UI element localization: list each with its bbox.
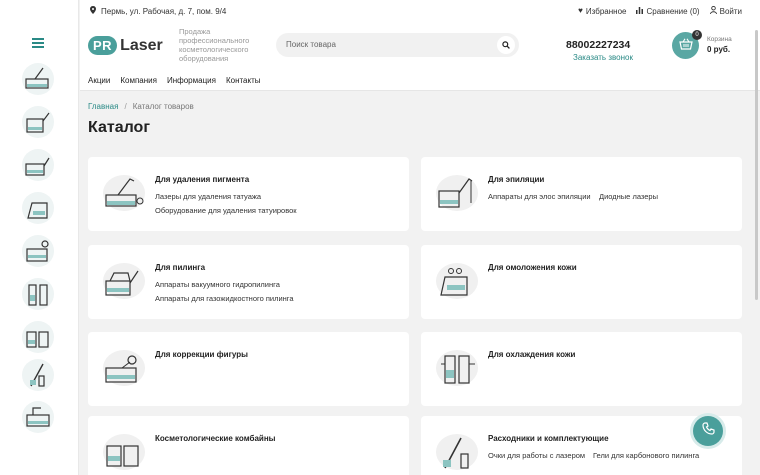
page-title: Каталог [88,119,150,136]
rail-icon-body[interactable] [21,234,55,268]
category-card-peeling[interactable]: Для пилинга Аппараты вакуумного гидропил… [88,245,409,319]
favorites-label: Избранное [585,6,627,16]
login-label: Войти [719,6,742,16]
subcategory-link[interactable]: Диодные лазеры [599,192,658,201]
category-title[interactable]: Для омоложения кожи [488,263,577,272]
category-card-pigment[interactable]: Для удаления пигмента Лазеры для удалени… [88,157,409,231]
subcategory-link[interactable]: Аппараты для элос эпиляции [488,192,591,201]
breadcrumb-current: Каталог товаров [132,102,194,111]
phone-number[interactable]: 88002227234 [566,39,630,51]
header: PR Laser Продажа профессионального косме… [80,22,760,70]
menu-icon[interactable] [32,38,44,48]
body-device-icon [103,350,145,386]
category-title[interactable]: Для пилинга [155,263,205,272]
favorites-link[interactable]: ♥ Избранное [578,6,626,16]
topbar: Пермь, ул. Рабочая, д. 7, пом. 9/4 ♥ Изб… [80,0,760,22]
category-card-body[interactable]: Для коррекции фигуры [88,332,409,406]
combine-device-icon [103,434,145,470]
breadcrumb-separator: / [124,102,127,111]
category-sidebar [0,0,79,475]
search-box [276,33,519,57]
nav-item-contacts[interactable]: Контакты [226,76,261,85]
category-title[interactable]: Для охлаждения кожи [488,350,575,359]
rail-icon-pigment[interactable] [21,62,55,96]
category-title[interactable]: Для эпиляции [488,175,544,184]
subcategory-link[interactable]: Лазеры для удаления татуажа [155,192,261,201]
rail-icon-rejuvenation[interactable] [21,191,55,225]
login-link[interactable]: Войти [709,5,742,16]
rail-icon-peeling[interactable] [21,148,55,182]
scrollbar-thumb[interactable] [755,30,758,300]
callback-link[interactable]: Заказать звонок [573,53,633,62]
cart-count-badge: 0 [692,30,702,40]
address-text: Пермь, ул. Рабочая, д. 7, пом. 9/4 [101,6,227,16]
category-title[interactable]: Для коррекции фигуры [155,350,248,359]
rail-icon-combine[interactable] [21,320,55,354]
user-icon [709,5,717,16]
call-button[interactable] [693,416,723,446]
category-title[interactable]: Для удаления пигмента [155,175,249,184]
compare-icon [636,6,644,16]
search-button[interactable] [497,36,515,54]
subcategory-link[interactable]: Аппараты для газожидкостного пилинга [155,294,294,303]
breadcrumb-home[interactable]: Главная [88,102,118,111]
category-card-epilation[interactable]: Для эпиляции Аппараты для элос эпиляции … [421,157,742,231]
category-title[interactable]: Косметологические комбайны [155,434,275,443]
search-input[interactable] [286,40,486,49]
compare-link[interactable]: Сравнение (0) [636,6,700,16]
logo[interactable]: PR Laser [88,36,163,55]
subcategory-link[interactable]: Оборудование для удаления татуировок [155,206,297,215]
epilation-device-icon [436,175,478,211]
cooling-device-icon [436,350,478,386]
cart-sum: 0 руб. [707,45,731,54]
pigment-device-icon [103,175,145,211]
compare-label: Сравнение (0) [646,6,700,16]
nav-item-company[interactable]: Компания [120,76,157,85]
logo-pr: PR [88,36,118,55]
rail-icon-supplies[interactable] [21,358,55,392]
rail-icon-cooling[interactable] [21,277,55,311]
basket-icon [678,37,693,55]
main-nav: Акции Компания Информация Контакты [80,70,760,91]
subcategory-link[interactable]: Аппараты вакуумного гидропилинга [155,280,280,289]
subcategory-link[interactable]: Очки для работы с лазером [488,451,585,460]
logo-laser: Laser [120,36,163,54]
location-pin-icon [90,6,96,16]
breadcrumb: Главная / Каталог товаров [88,102,194,111]
category-card-cooling[interactable]: Для охлаждения кожи [421,332,742,406]
phone-icon [701,422,715,440]
category-title[interactable]: Расходники и комплектующие [488,434,609,443]
address: Пермь, ул. Рабочая, д. 7, пом. 9/4 [90,6,226,16]
subcategory-link[interactable]: Гели для карбонового пилинга [593,451,699,460]
search-icon [502,36,510,54]
nav-item-info[interactable]: Информация [167,76,216,85]
category-card-rejuvenation[interactable]: Для омоложения кожи [421,245,742,319]
rail-icon-epilation[interactable] [21,105,55,139]
tagline: Продажа профессионального косметологичес… [179,27,250,63]
heart-icon: ♥ [578,6,583,15]
category-card-combine[interactable]: Косметологические комбайны [88,416,409,475]
scrollbar[interactable] [753,0,760,475]
rejuvenation-device-icon [436,263,478,299]
peeling-device-icon [103,263,145,299]
cart-label: Корзина [707,36,732,43]
rail-icon-more[interactable] [21,400,55,434]
nav-item-promotions[interactable]: Акции [88,76,110,85]
supplies-icon [436,434,478,470]
